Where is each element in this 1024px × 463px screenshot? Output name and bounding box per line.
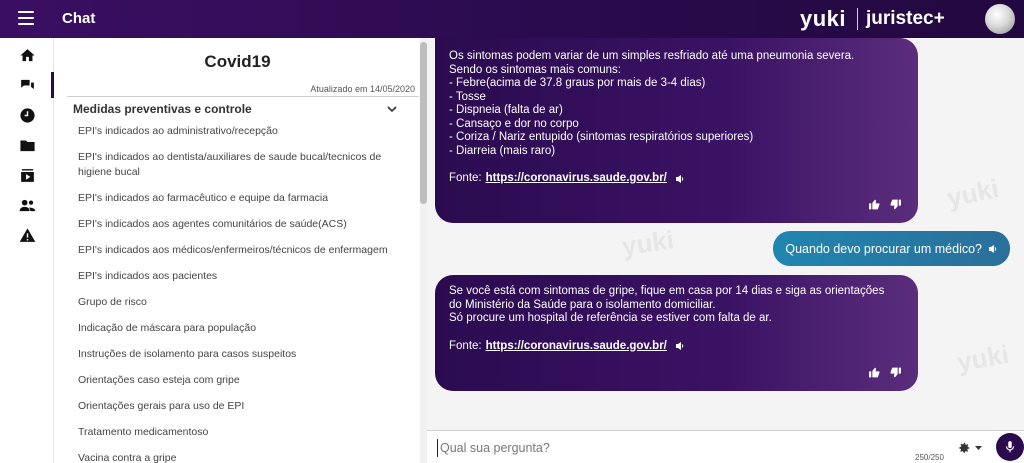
warning-icon [19, 227, 35, 242]
nav-folder[interactable] [0, 130, 54, 160]
microphone-button[interactable] [996, 433, 1024, 461]
source-row: Fonte: https://coronavirus.saude.gov.br/ [449, 172, 904, 186]
watermark: yuki [944, 172, 1002, 214]
message-line: - Febre(acima de 37.8 graus por mais de … [449, 77, 706, 89]
brand-divider [857, 8, 858, 30]
nav-warning[interactable] [0, 220, 54, 250]
topic-item[interactable]: EPI's indicados ao dentista/auxiliares d… [78, 150, 393, 180]
top-bar: Chat yuki juristec+ [0, 0, 1024, 38]
char-counter: 250/250 [915, 453, 944, 462]
user-message: Quando devo procurar um médico? [773, 231, 1010, 266]
chat-area: yuki yuki yuki Os sintomas podem variar … [427, 38, 1024, 430]
app-title: Chat [62, 10, 96, 27]
brand-logo-juristec: juristec+ [866, 8, 945, 29]
brand-logo-yuki: yuki [800, 6, 847, 31]
feedback-buttons [868, 198, 902, 211]
thumbs-down-icon[interactable] [889, 366, 902, 379]
speaker-icon[interactable] [675, 341, 685, 351]
source-link[interactable]: https://coronavirus.saude.gov.br/ [486, 340, 667, 354]
topic-item[interactable]: EPI's indicados aos agentes comunitários… [78, 217, 398, 232]
scrollbar-thumb[interactable] [420, 42, 427, 204]
microphone-icon [1005, 441, 1015, 453]
source-label: Fonte: [449, 339, 482, 352]
thumbs-up-icon[interactable] [868, 366, 881, 379]
source-label: Fonte: [449, 172, 482, 184]
message-line: Só procure um hospital de referência se … [449, 312, 772, 324]
clock-icon [19, 107, 35, 123]
message-line: Sendo os sintomas mais comuns: [449, 63, 621, 76]
message-line: - Coriza / Nariz entupido (sintomas resp… [449, 131, 754, 143]
message-line: - Tosse [449, 90, 486, 103]
media-icon [20, 168, 34, 182]
watermark: yuki [954, 338, 1012, 378]
topic-item[interactable]: EPI's indicados aos médicos/enfermeiros/… [78, 243, 398, 258]
topic-list: EPI's indicados ao administrativo/recepç… [78, 124, 398, 463]
menu-icon[interactable] [18, 11, 34, 25]
question-input[interactable] [437, 439, 887, 457]
message-line: do Ministério da Saúde para o isolamento… [449, 298, 716, 311]
topic-item[interactable]: EPI's indicados aos pacientes [78, 269, 398, 284]
nav-media[interactable] [0, 160, 54, 190]
source-link[interactable]: https://coronavirus.saude.gov.br/ [486, 172, 667, 186]
thumbs-down-icon[interactable] [889, 198, 902, 211]
caret-down-icon[interactable] [975, 446, 982, 450]
user-avatar[interactable] [985, 4, 1015, 34]
message-line: - Cansaço e dor no corpo [449, 117, 579, 130]
topic-item[interactable]: Grupo de risco [78, 295, 398, 310]
topic-item[interactable]: Instruções de isolamento para casos susp… [78, 347, 398, 362]
topic-item[interactable]: Tratamento medicamentoso [78, 425, 398, 440]
thumbs-up-icon[interactable] [868, 198, 881, 211]
divider [67, 96, 419, 97]
message-line: - Diarreia (mais raro) [449, 144, 556, 157]
folder-icon [19, 140, 35, 151]
panel-title: Covid19 [204, 52, 271, 71]
feedback-buttons [868, 366, 902, 379]
bot-message: Se você está com sintomas de gripe, fiqu… [435, 275, 918, 391]
message-line: Se você está com sintomas de gripe, fiqu… [449, 285, 885, 297]
topic-item[interactable]: EPI's indicados ao farmacêutico e equipe… [78, 191, 398, 206]
chat-icon [20, 79, 34, 89]
nav-home[interactable] [0, 40, 54, 70]
home-icon [19, 48, 35, 61]
user-message-text: Quando devo procurar um médico? [785, 241, 982, 256]
section-header[interactable]: Medidas preventivas e controle [73, 102, 403, 116]
topic-item[interactable]: Orientações gerais para uso de EPI [78, 399, 398, 414]
topic-item[interactable]: Vacina contra a gripe [78, 451, 398, 463]
bot-message: Os sintomas podem variar de um simples r… [435, 38, 918, 223]
nav-rail [0, 38, 54, 463]
chevron-down-icon[interactable] [387, 104, 397, 114]
nav-history[interactable] [0, 100, 54, 130]
topic-item[interactable]: EPI's indicados ao administrativo/recepç… [78, 124, 398, 139]
topics-panel: Covid19 Atualizado em 14/05/2020 Medidas… [55, 38, 427, 463]
speaker-icon[interactable] [675, 174, 685, 184]
nav-people[interactable] [0, 190, 54, 220]
topic-item[interactable]: Orientações caso esteja com gripe [78, 373, 398, 388]
updated-date: Atualizado em 14/05/2020 [310, 84, 415, 94]
people-icon [19, 199, 35, 211]
speaker-icon[interactable] [988, 244, 998, 254]
message-line: - Dispneia (falta de ar) [449, 104, 563, 116]
topic-item[interactable]: Indicação de máscara para população [78, 321, 398, 336]
message-line: Os sintomas podem variar de um simples r… [449, 50, 855, 62]
watermark: yuki [620, 224, 676, 262]
nav-chat[interactable] [0, 70, 54, 100]
input-bar: 250/250 [427, 430, 1024, 463]
gear-icon[interactable] [957, 441, 971, 455]
source-row: Fonte: https://coronavirus.saude.gov.br/ [449, 340, 904, 354]
